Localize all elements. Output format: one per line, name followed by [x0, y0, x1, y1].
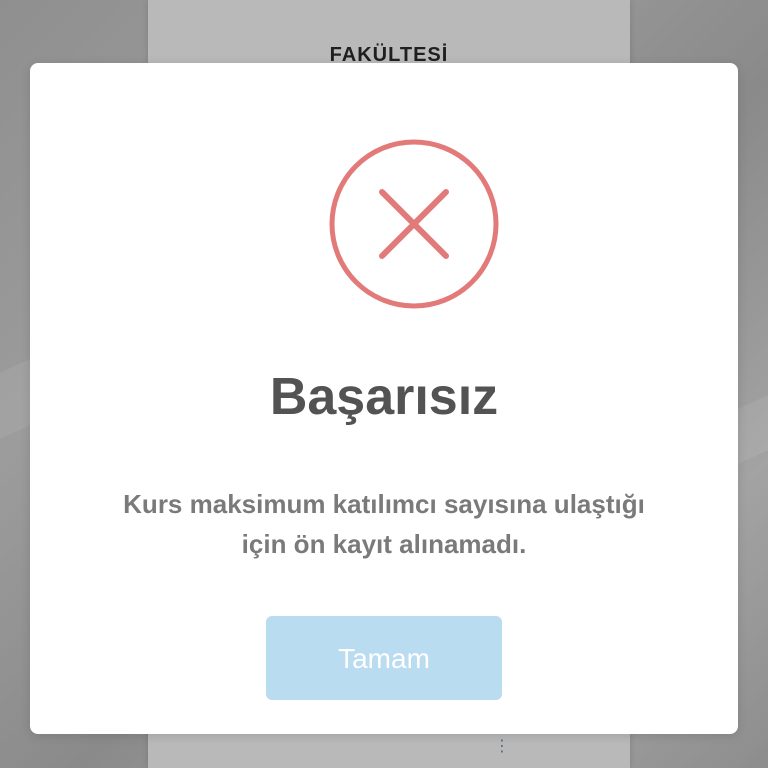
error-dialog: Başarısız Kurs maksimum katılımcı sayısı… [30, 63, 738, 734]
dialog-message: Kurs maksimum katılımcı sayısına ulaştığ… [70, 484, 698, 564]
error-x-circle-icon [329, 139, 499, 309]
dialog-title: Başarısız [269, 368, 499, 426]
more-options-icon: ⋮ [494, 738, 510, 755]
dialog-message-line: Kurs maksimum katılımcı sayısına ulaştığ… [123, 489, 645, 519]
ok-button[interactable]: Tamam [266, 616, 502, 700]
dialog-message-line: için ön kayıt alınamadı. [241, 529, 527, 559]
